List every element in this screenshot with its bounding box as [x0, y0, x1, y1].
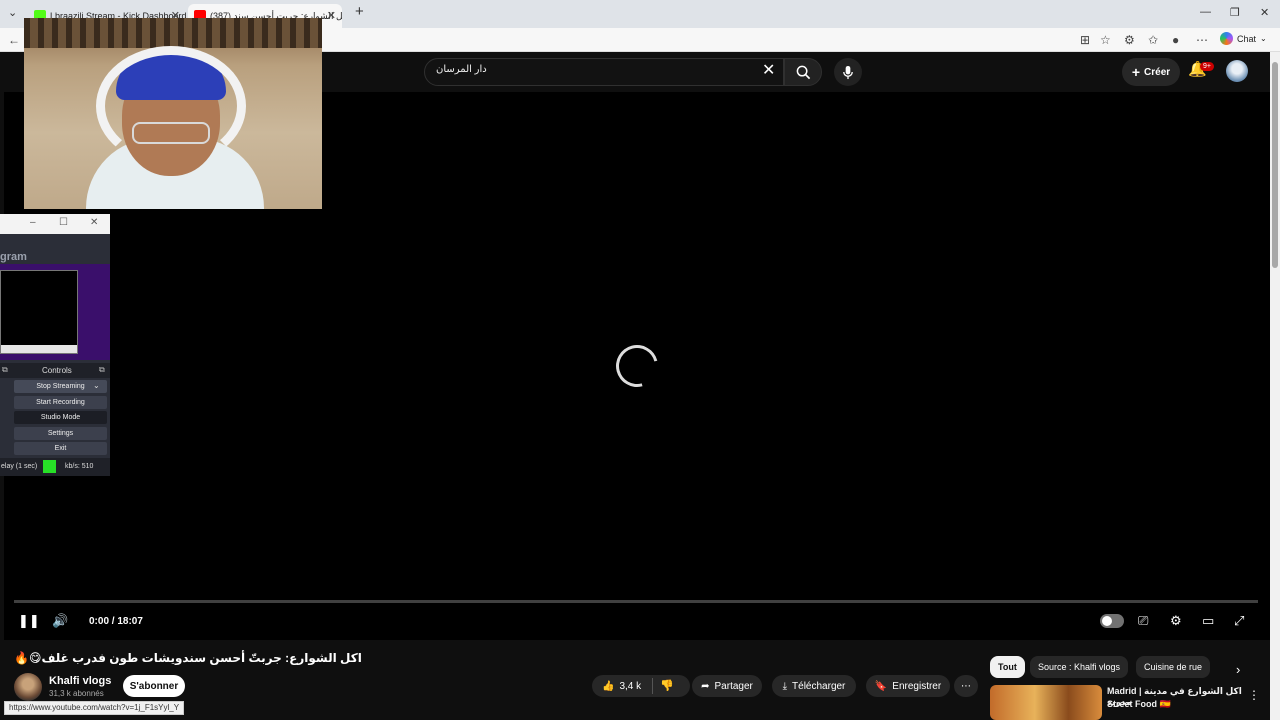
obs-stream-health-indicator: [43, 460, 56, 473]
dock-undock-icon[interactable]: ⧉: [99, 365, 105, 375]
obs-preview: [0, 270, 78, 354]
recommended-menu-icon[interactable]: ⋮: [1248, 688, 1260, 702]
like-button[interactable]: 👍 3,4 k: [592, 675, 690, 697]
studio-mode-button[interactable]: Studio Mode: [14, 411, 107, 424]
subscriber-count: 31,3 k abonnés: [49, 689, 104, 698]
link-status-bar: https://www.youtube.com/watch?v=1j_F1sYy…: [4, 701, 185, 715]
subtitles-icon[interactable]: ⎚: [1138, 613, 1148, 629]
autoplay-toggle[interactable]: [1100, 614, 1124, 628]
channel-name[interactable]: Khalfi vlogs: [49, 675, 111, 687]
webcam-overlay: [24, 18, 322, 209]
chevron-right-icon[interactable]: ›: [1236, 662, 1240, 677]
headset-icon: [96, 46, 246, 166]
extensions-icon[interactable]: ⚙: [1124, 33, 1135, 47]
chevron-down-icon[interactable]: ⌄: [93, 381, 100, 390]
share-arrow-icon: ➦: [701, 680, 710, 692]
microphone-icon: [843, 65, 853, 79]
clear-search-icon[interactable]: ✕: [762, 60, 775, 80]
start-recording-button[interactable]: Start Recording: [14, 396, 107, 409]
fullscreen-icon[interactable]: ⤢: [1234, 613, 1244, 629]
video-progress-bar[interactable]: [14, 600, 1258, 603]
obs-exit-button[interactable]: Exit: [14, 442, 107, 455]
share-label: Partager: [714, 680, 753, 692]
chip-source[interactable]: Source : Khalfi vlogs: [1030, 656, 1129, 678]
search-icon: [796, 65, 810, 79]
search-input-value: دار المرسان: [436, 64, 487, 75]
obs-controls-label: Controls: [42, 366, 72, 375]
video-title: 🔥😋اكل الشوارع: جربتّ أحسن سندويشات طون ف…: [14, 651, 362, 665]
download-button[interactable]: ⤓ Télécharger: [772, 675, 856, 697]
back-arrow-icon[interactable]: ←: [8, 33, 20, 47]
close-window-icon[interactable]: ✕: [1260, 6, 1269, 19]
obs-delay-label: elay (1 sec): [1, 463, 38, 470]
account-avatar[interactable]: [1226, 60, 1248, 82]
notification-badge: 9+: [1200, 62, 1214, 71]
split-screen-icon[interactable]: ⊞: [1080, 33, 1090, 47]
favorite-star-icon[interactable]: ☆: [1100, 33, 1111, 47]
thumbs-up-icon: 👍: [602, 680, 615, 692]
volume-icon[interactable]: 🔊: [52, 613, 68, 629]
recommended-thumbnail[interactable]: [990, 685, 1102, 720]
copilot-chat-button[interactable]: Chat ⌄: [1220, 32, 1267, 45]
obs-program-heading: gram: [0, 251, 27, 263]
glasses: [132, 122, 210, 144]
share-button[interactable]: ➦ Partager: [692, 675, 762, 697]
recommended-title-line2[interactable]: Street Food 🇪🇸: [1107, 699, 1171, 710]
dock-undock-icon[interactable]: ⧉: [2, 365, 8, 375]
channel-avatar[interactable]: [14, 673, 42, 701]
new-tab-icon[interactable]: +: [355, 3, 364, 20]
chevron-down-icon: ⌄: [1260, 34, 1267, 43]
obs-minimize-icon[interactable]: –: [30, 217, 36, 228]
save-button[interactable]: 🔖 Enregistrer: [866, 675, 950, 697]
more-actions-button[interactable]: ⋯: [954, 675, 978, 697]
menu-dots-icon[interactable]: ⋯: [1196, 33, 1208, 47]
plus-icon: +: [1131, 64, 1141, 80]
obs-maximize-icon[interactable]: ☐: [59, 217, 68, 228]
thumbs-down-icon[interactable]: 👎: [660, 679, 674, 692]
voice-search-button[interactable]: [834, 58, 862, 86]
like-divider: [652, 678, 653, 694]
create-label: Créer: [1144, 66, 1171, 78]
theater-mode-icon[interactable]: ▭: [1202, 613, 1214, 629]
tab-list-icon[interactable]: ⌄: [8, 6, 17, 19]
favorites-icon[interactable]: ✩: [1148, 33, 1158, 47]
close-tab-icon[interactable]: ✕: [327, 9, 336, 22]
chat-label: Chat: [1237, 33, 1257, 44]
obs-close-icon[interactable]: ✕: [90, 217, 98, 228]
scrollbar-thumb[interactable]: [1272, 62, 1278, 268]
download-icon: ⤓: [782, 680, 788, 692]
chip-street-food[interactable]: Cuisine de rue: [1136, 656, 1211, 678]
profile-icon[interactable]: ●: [1172, 33, 1179, 47]
save-label: Enregistrer: [892, 680, 942, 692]
chip-all[interactable]: Tout: [990, 656, 1025, 678]
obs-settings-button[interactable]: Settings: [14, 427, 107, 440]
maximize-icon[interactable]: ❐: [1230, 6, 1240, 19]
settings-gear-icon[interactable]: ⚙: [1170, 613, 1182, 629]
minimize-icon[interactable]: —: [1200, 6, 1211, 18]
video-time: 0:00 / 18:07: [89, 616, 143, 627]
create-button[interactable]: + Créer: [1122, 58, 1180, 86]
copilot-icon: [1220, 32, 1233, 45]
download-label: Télécharger: [792, 680, 846, 692]
bookmark-icon: 🔖: [874, 680, 888, 692]
obs-preview-taskbar: [1, 345, 77, 353]
like-count: 3,4 k: [619, 680, 642, 692]
more-dots-icon: ⋯: [961, 680, 971, 692]
search-button[interactable]: [784, 58, 822, 86]
pause-icon[interactable]: ❚❚: [18, 613, 40, 629]
obs-bitrate: kb/s: 510: [65, 463, 94, 470]
window-grille: [24, 18, 322, 48]
subscribe-button[interactable]: S'abonner: [123, 675, 185, 697]
